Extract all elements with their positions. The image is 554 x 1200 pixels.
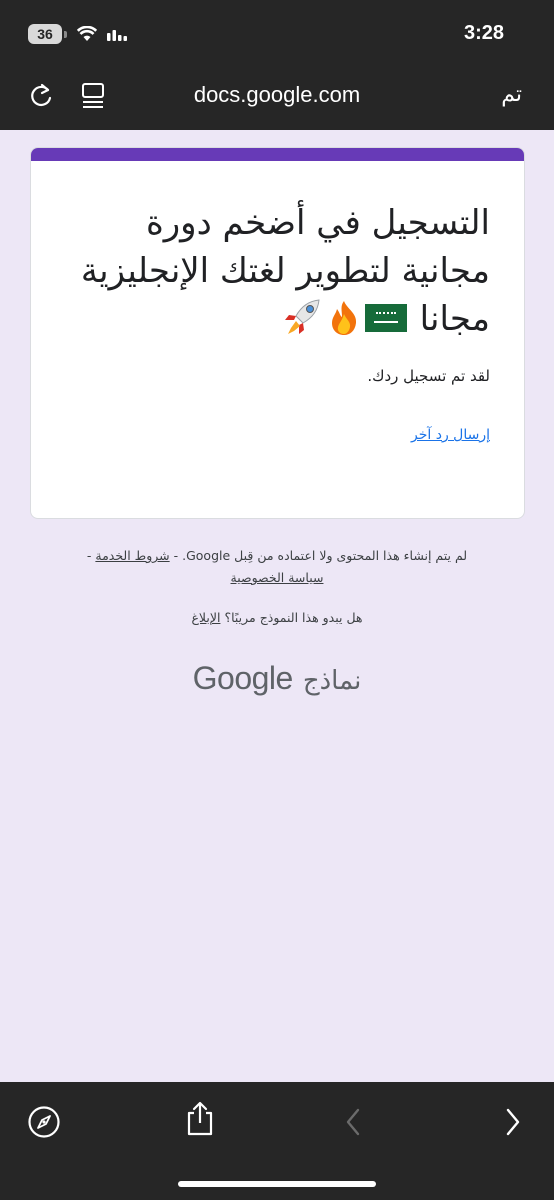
share-icon[interactable] xyxy=(182,1100,218,1136)
status-time: 3:28 xyxy=(463,22,504,44)
url-text[interactable]: docs.google.com xyxy=(0,82,554,108)
back-icon[interactable] xyxy=(336,1104,372,1140)
status-indicators: 36 xyxy=(28,24,127,44)
submit-another-response-link[interactable]: إرسال رد آخر xyxy=(65,427,490,443)
card-body: التسجيل في أضخم دورة مجانية لتطوير لغتك … xyxy=(31,161,524,443)
saudi-flag-icon xyxy=(364,304,407,332)
report-question: هل يبدو هذا النموذج مريبًا؟ xyxy=(224,610,363,625)
compass-icon[interactable] xyxy=(26,1104,62,1140)
report-line: هل يبدو هذا النموذج مريبًا؟ الإبلاغ xyxy=(40,610,514,625)
brand-google-text: Google xyxy=(192,660,294,696)
fire-icon xyxy=(331,301,356,335)
title-emojis xyxy=(281,299,409,339)
confirmation-message: لقد تم تسجيل ردك. xyxy=(367,367,490,385)
forward-icon[interactable] xyxy=(494,1104,530,1140)
terms-of-service-link[interactable]: شروط الخدمة xyxy=(95,548,169,563)
battery-icon: 36 xyxy=(28,24,67,44)
brand-forms-text: نماذج xyxy=(302,666,362,696)
form-confirmation-card: التسجيل في أضخم دورة مجانية لتطوير لغتك … xyxy=(30,147,525,519)
wifi-icon xyxy=(77,26,97,41)
rocket-icon xyxy=(284,299,320,334)
home-indicator[interactable] xyxy=(178,1181,376,1187)
battery-level: 36 xyxy=(28,24,62,44)
disclaimer: لم يتم إنشاء هذا المحتوى ولا اعتماده من … xyxy=(40,545,514,589)
privacy-policy-link[interactable]: سياسة الخصوصية xyxy=(231,570,324,585)
status-bar: 36 3:28 xyxy=(0,0,554,64)
form-title: التسجيل في أضخم دورة مجانية لتطوير لغتك … xyxy=(65,199,490,343)
form-accent-bar xyxy=(31,148,524,161)
signal-icon xyxy=(107,30,127,41)
report-abuse-link[interactable]: الإبلاغ xyxy=(191,610,220,625)
google-forms-logo[interactable]: نماذج Google xyxy=(0,660,554,697)
address-bar[interactable]: docs.google.com تم xyxy=(0,70,554,120)
done-button[interactable]: تم xyxy=(501,82,522,107)
footer-separator: - xyxy=(86,548,92,563)
browser-top-chrome: 36 3:28 docs.google.com تم xyxy=(0,0,554,130)
disclaimer-text: لم يتم إنشاء هذا المحتوى ولا اعتماده من … xyxy=(173,548,468,563)
